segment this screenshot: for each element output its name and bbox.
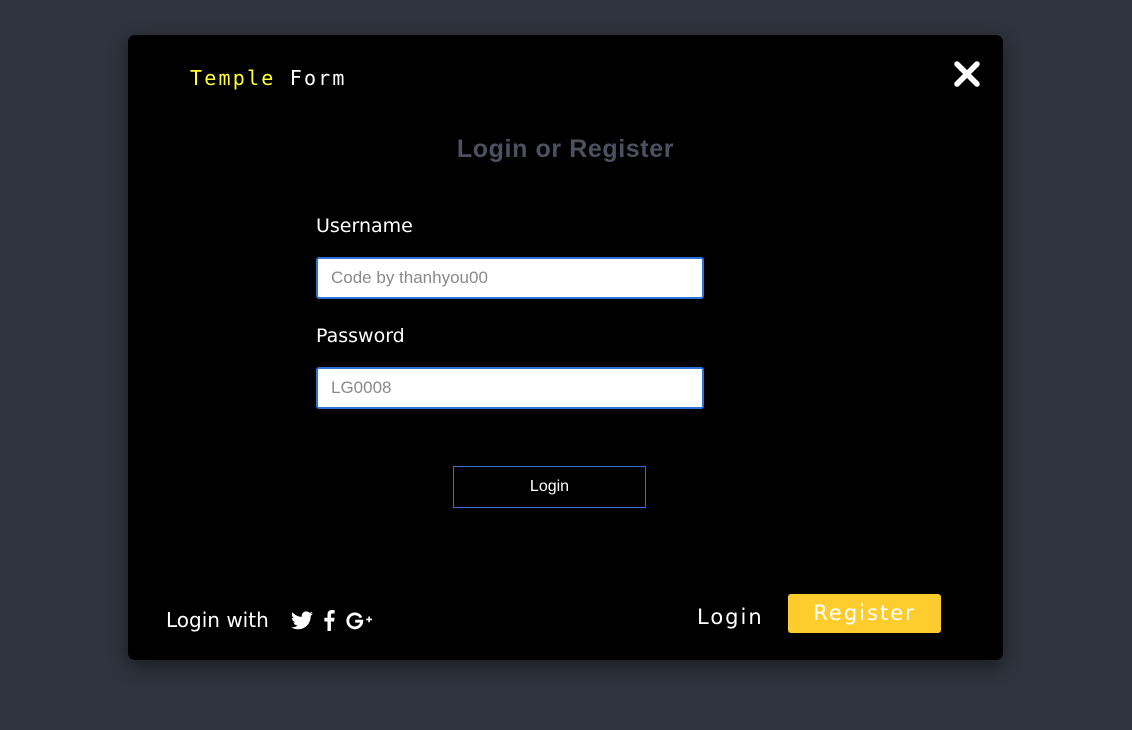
username-label: Username <box>316 215 413 237</box>
brand-logo: Temple Form <box>190 66 347 90</box>
brand-word-form: Form <box>289 66 347 90</box>
close-icon <box>954 61 980 87</box>
username-input[interactable] <box>316 257 704 299</box>
social-login: Login with <box>166 605 383 635</box>
modal-heading: Login or Register <box>456 135 675 163</box>
register-tab-button[interactable]: Register <box>788 594 941 633</box>
login-modal: Temple Form Login or Register Username P… <box>128 35 1003 660</box>
login-submit-button[interactable]: Login <box>453 466 646 508</box>
login-tab[interactable]: Login <box>697 605 764 629</box>
close-button[interactable] <box>952 59 982 89</box>
facebook-icon[interactable] <box>323 609 335 631</box>
twitter-icon[interactable] <box>290 610 313 630</box>
google-plus-icon[interactable] <box>345 610 373 630</box>
password-input[interactable] <box>316 367 704 409</box>
social-login-label: Login with <box>166 608 269 632</box>
password-label: Password <box>316 325 405 347</box>
brand-word-temple: Temple <box>190 66 276 90</box>
